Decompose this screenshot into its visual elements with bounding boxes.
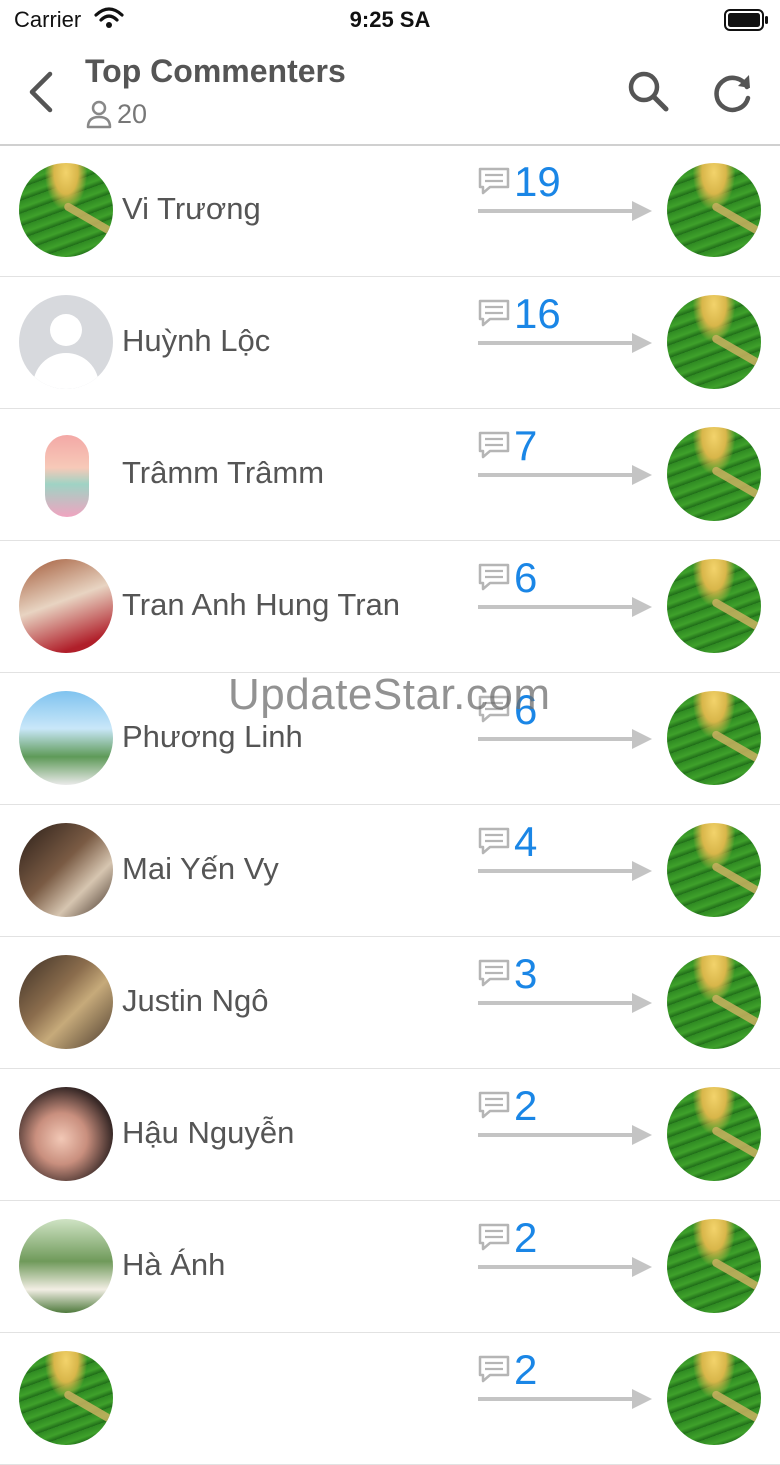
comment-icon (478, 1091, 510, 1119)
comment-icon (478, 1355, 510, 1383)
arrow-right-icon (478, 1389, 652, 1409)
commenter-name: Hậu Nguyễn (122, 1115, 295, 1150)
commenter-row[interactable]: Justin Ngô 3 (0, 937, 780, 1069)
comment-icon (478, 827, 510, 855)
commenter-row[interactable]: Mai Yến Vy 4 (0, 805, 780, 937)
commenter-name: Trâmm Trâmm (122, 455, 325, 490)
avatar[interactable] (19, 163, 113, 257)
arrow-right-icon (478, 861, 652, 881)
commenter-row[interactable]: Hậu Nguyễn 2 (0, 1069, 780, 1201)
comment-icon (478, 299, 510, 327)
member-count-row: 20 (85, 98, 147, 130)
person-icon (86, 100, 112, 129)
commenter-name: Huỳnh Lộc (122, 323, 271, 358)
commenter-name: Vi Trương (122, 191, 261, 226)
comment-icon (478, 695, 510, 723)
arrow-right-icon (478, 729, 652, 749)
commenter-name: Tran Anh Hung Tran (122, 587, 401, 622)
commenter-row[interactable]: Huỳnh Lộc 16 (0, 277, 780, 409)
clock: 9:25 SA (349, 7, 431, 32)
commenter-row[interactable]: 2 (0, 1333, 780, 1465)
arrow-right-icon (478, 333, 652, 353)
avatar[interactable] (19, 955, 113, 1049)
arrow-right-icon (478, 201, 652, 221)
navigation-bar: Top Commenters 20 (0, 40, 780, 146)
page-avatar[interactable] (667, 295, 761, 389)
arrow-right-icon (478, 1125, 652, 1145)
comment-count: 2 (514, 1346, 538, 1393)
avatar[interactable] (19, 427, 113, 521)
page-avatar[interactable] (667, 955, 761, 1049)
avatar[interactable] (19, 1351, 113, 1445)
page-avatar[interactable] (667, 823, 761, 917)
comment-icon (478, 167, 510, 195)
search-button[interactable] (624, 68, 672, 116)
comment-icon (478, 431, 510, 459)
commenter-name: Mai Yến Vy (122, 851, 279, 886)
status-bar: Carrier 9:25 SA (0, 0, 780, 40)
comment-icon (478, 1223, 510, 1251)
default-avatar-icon[interactable] (19, 295, 113, 389)
comment-icon (478, 959, 510, 987)
comment-icon (478, 563, 510, 591)
member-count: 20 (117, 98, 148, 129)
commenter-row[interactable]: Trâmm Trâmm 7 (0, 409, 780, 541)
page-avatar[interactable] (667, 1219, 761, 1313)
avatar[interactable] (19, 691, 113, 785)
page-avatar[interactable] (667, 559, 761, 653)
back-button[interactable] (18, 66, 66, 118)
commenter-name: Hà Ánh (122, 1247, 226, 1282)
arrow-right-icon (478, 1257, 652, 1277)
commenter-row[interactable]: Hà Ánh 2 (0, 1201, 780, 1333)
commenter-name: Phương Linh (122, 719, 303, 754)
page-avatar[interactable] (667, 1351, 761, 1445)
commenter-row[interactable]: Phương Linh 6 (0, 673, 780, 805)
avatar[interactable] (19, 1219, 113, 1313)
avatar[interactable] (19, 1087, 113, 1181)
avatar[interactable] (19, 823, 113, 917)
arrow-right-icon (478, 465, 652, 485)
page-avatar[interactable] (667, 427, 761, 521)
commenter-row[interactable]: Tran Anh Hung Tran 6 (0, 541, 780, 673)
avatar[interactable] (19, 559, 113, 653)
arrow-right-icon (478, 597, 652, 617)
page-avatar[interactable] (667, 1087, 761, 1181)
page-title: Top Commenters (85, 53, 346, 89)
commenter-name: Justin Ngô (122, 983, 269, 1018)
page-avatar[interactable] (667, 691, 761, 785)
refresh-button[interactable] (708, 68, 756, 116)
commenter-row[interactable]: Vi Trương 19 (0, 145, 780, 277)
arrow-right-icon (478, 993, 652, 1013)
commenters-list[interactable]: Vi Trương 19 Huỳnh Lộc 16 Trâmm Trâmm 7 Tran A… (0, 145, 780, 1465)
battery-icon (724, 9, 768, 31)
page-avatar[interactable] (667, 163, 761, 257)
